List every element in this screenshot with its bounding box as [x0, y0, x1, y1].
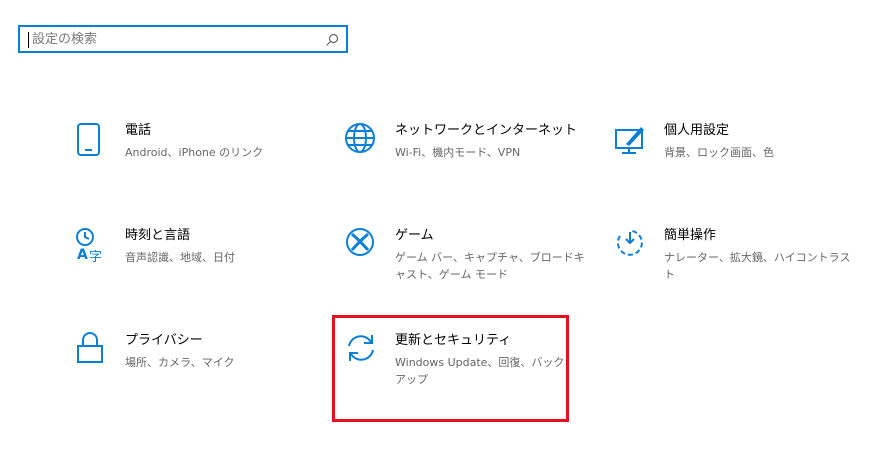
text-caret — [28, 32, 29, 48]
personalization-icon — [615, 127, 644, 154]
xbox-icon — [346, 228, 374, 256]
tile-title: ゲーム — [395, 228, 434, 243]
svg-text:字: 字 — [89, 250, 102, 265]
search-box[interactable]: 設定の検索 — [18, 25, 348, 53]
tile-personalization[interactable]: 個人用設定 背景、ロック画面、色 — [614, 122, 814, 182]
svg-text:A: A — [77, 247, 88, 263]
tile-title: プライバシー — [125, 333, 203, 348]
search-placeholder: 設定の検索 — [32, 32, 98, 47]
tile-privacy[interactable]: プライバシー 場所、カメラ、マイク — [75, 332, 275, 392]
tile-description: Windows Update、回復、バックアップ — [395, 356, 565, 386]
tile-description: 場所、カメラ、マイク — [125, 356, 235, 369]
tile-title: 個人用設定 — [664, 123, 730, 138]
tile-phone[interactable]: 電話 Android、iPhone のリンク — [75, 122, 275, 182]
globe-icon — [345, 123, 375, 153]
search-icon[interactable] — [325, 33, 339, 47]
tile-title: 更新とセキュリティ — [395, 333, 512, 348]
tile-title: 電話 — [125, 123, 152, 138]
tile-ease-of-access[interactable]: 簡単操作 ナレーター、拡大鏡、ハイコントラスト — [614, 227, 850, 287]
phone-icon — [77, 123, 100, 156]
tile-update-security[interactable]: 更新とセキュリティ Windows Update、回復、バックアップ — [345, 332, 564, 392]
time-language-icon: A 字 — [76, 228, 102, 265]
tile-description: Wi-Fi、機内モード、VPN — [395, 146, 521, 159]
tile-title: 簡単操作 — [664, 228, 717, 243]
tile-title: 時刻と言語 — [125, 228, 191, 243]
tile-gaming[interactable]: ゲーム ゲーム バー、キャプチャ、ブロードキャスト、ゲーム モード — [345, 227, 585, 287]
tile-network[interactable]: ネットワークとインターネット Wi-Fi、機内モード、VPN — [345, 122, 577, 182]
tile-description: ナレーター、拡大鏡、ハイコントラスト — [664, 251, 851, 281]
tile-description: ゲーム バー、キャプチャ、ブロードキャスト、ゲーム モード — [395, 251, 585, 281]
tile-description: 音声認識、地域、日付 — [125, 251, 235, 264]
lock-icon — [77, 332, 103, 363]
tile-time-language[interactable]: A 字 時刻と言語 音声認識、地域、日付 — [75, 227, 275, 287]
sync-icon — [348, 335, 374, 361]
tile-title: ネットワークとインターネット — [395, 123, 578, 138]
tile-description: Android、iPhone のリンク — [125, 146, 264, 159]
ease-of-access-icon — [616, 230, 643, 256]
tile-description: 背景、ロック画面、色 — [664, 146, 774, 159]
